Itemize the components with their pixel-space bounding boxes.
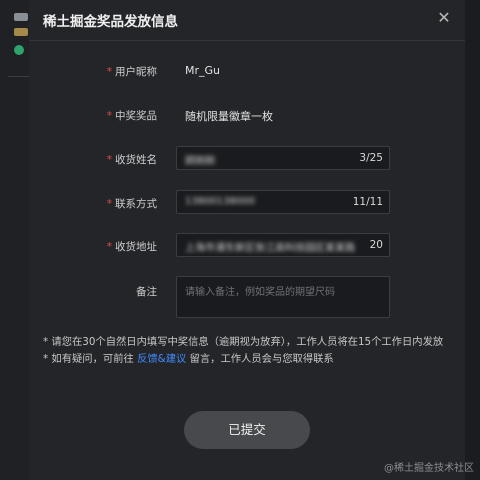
receiver-name-input[interactable]: 顾刚刚 3/25 <box>176 146 390 170</box>
prize-label: * 中奖奖品 <box>106 110 157 122</box>
modal-header: 稀土掘金奖品发放信息 ✕ <box>29 0 465 41</box>
prize-value: 随机限量徽章一枚 <box>185 110 273 123</box>
background-icon <box>14 45 24 55</box>
char-counter: 3/25 <box>359 152 383 164</box>
feedback-link[interactable]: 反馈&建议 <box>137 353 186 365</box>
address-value: 上海市浦东新区张江高科技园区某某路某某号 <box>185 243 355 254</box>
remark-textarea[interactable]: 请输入备注，例如奖品的期望尺码 <box>176 276 390 318</box>
remark-placeholder: 请输入备注，例如奖品的期望尺码 <box>185 287 335 298</box>
notice-line: * 请您在30个自然日内填写中奖信息（逾期视为放弃），工作人员将在15个工作日内… <box>43 336 444 348</box>
background-page-fragment <box>0 0 29 480</box>
background-divider <box>8 76 29 77</box>
modal-title: 稀土掘金奖品发放信息 <box>43 14 178 30</box>
char-counter: 11/11 <box>352 196 383 208</box>
notice-line: * 如有疑问，可前往 反馈&建议 留言，工作人员会与您取得联系 <box>43 353 334 365</box>
required-mark: * <box>106 154 112 166</box>
notice-text: * 请您在30个自然日内填写中奖信息（逾期视为放弃），工作人员将在15个工作日内… <box>43 334 453 368</box>
required-mark: * <box>106 66 112 78</box>
contact-label: * 联系方式 <box>106 198 157 210</box>
address-input[interactable]: 上海市浦东新区张江高科技园区某某路某某号 20 <box>176 233 390 257</box>
remark-label: 备注 <box>136 286 157 298</box>
nickname-label: * 用户昵称 <box>106 66 157 78</box>
prize-info-modal: 稀土掘金奖品发放信息 ✕ * 用户昵称 Mr_Gu * 中奖奖品 随机限量徽章一枚 … <box>29 0 465 480</box>
required-mark: * <box>106 241 112 253</box>
background-icon <box>14 13 28 21</box>
required-mark: * <box>106 110 112 122</box>
required-mark: * <box>106 198 112 210</box>
receiver-name-value: 顾刚刚 <box>185 156 215 167</box>
contact-input[interactable]: 13800138000 11/11 <box>176 190 390 214</box>
watermark: @稀土掘金技术社区 <box>384 463 474 474</box>
contact-value: 13800138000 <box>185 196 255 207</box>
submit-button[interactable]: 已提交 <box>184 411 310 449</box>
char-counter: 20 <box>369 239 383 251</box>
close-icon[interactable]: ✕ <box>434 8 454 28</box>
nickname-value: Mr_Gu <box>185 64 221 77</box>
receiver-name-label: * 收货姓名 <box>106 154 157 166</box>
background-icon <box>14 28 28 36</box>
address-label: * 收货地址 <box>106 241 157 253</box>
